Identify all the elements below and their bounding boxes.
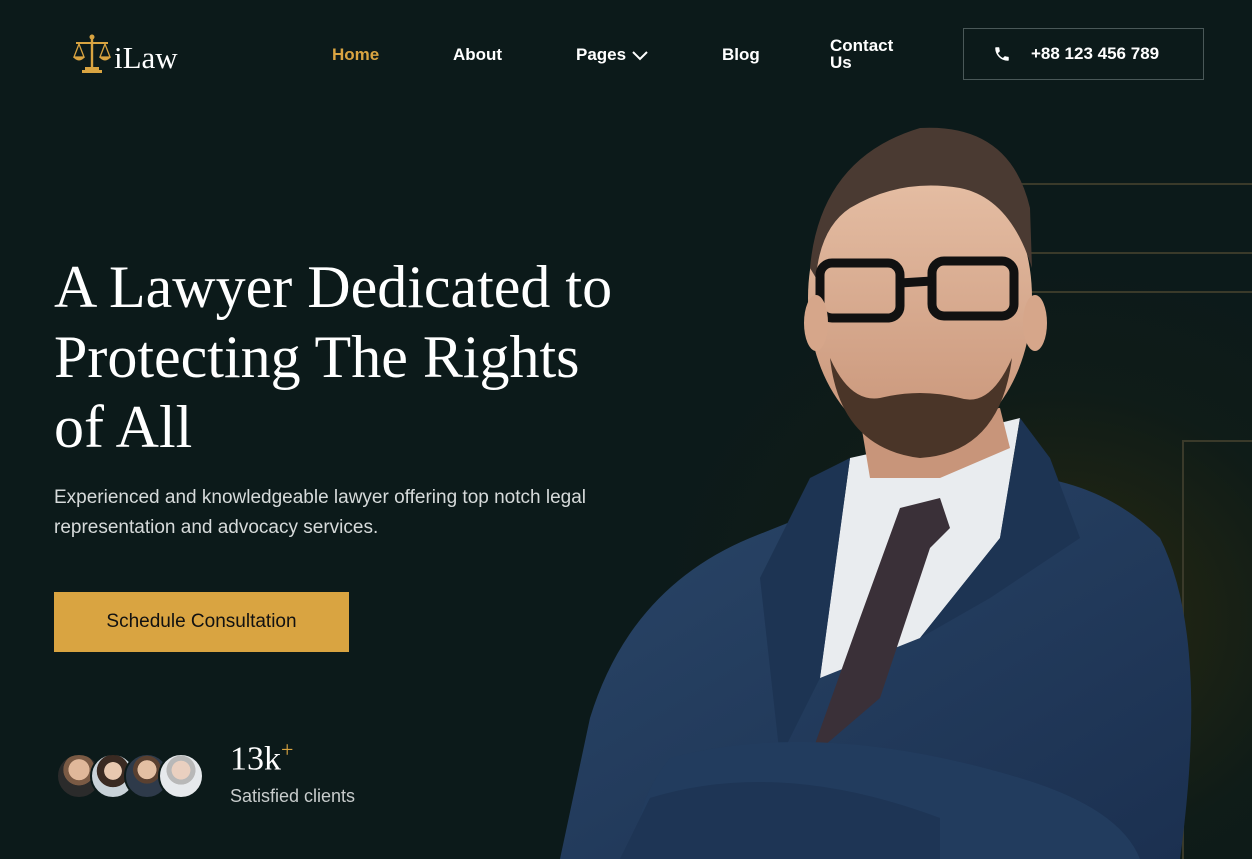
avatar (158, 753, 204, 799)
logo-text: iLaw (114, 40, 178, 75)
phone-button[interactable]: +88 123 456 789 (963, 28, 1204, 80)
schedule-consultation-button[interactable]: Schedule Consultation (54, 592, 349, 652)
client-count-suffix: + (281, 737, 294, 762)
landing-page: iLaw Home About Pages Blog Contact Us +8… (0, 0, 1252, 859)
nav-item-home[interactable]: Home (332, 45, 379, 65)
nav-item-blog[interactable]: Blog (722, 45, 760, 65)
client-count-value: 13k (230, 740, 281, 778)
client-avatars (56, 753, 216, 799)
site-logo[interactable]: iLaw (72, 33, 178, 75)
nav-item-about[interactable]: About (453, 45, 502, 65)
nav-item-pages-label: Pages (576, 45, 627, 64)
phone-number: +88 123 456 789 (1031, 44, 1160, 63)
client-count: 13k+ (230, 737, 293, 778)
hero-subtitle: Experienced and knowledgeable lawyer off… (54, 487, 587, 538)
scales-of-justice-icon (73, 34, 111, 73)
nav-item-pages[interactable]: Pages (576, 45, 648, 65)
chevron-down-icon (632, 50, 648, 60)
lawyer-portrait-image (560, 127, 1192, 859)
client-count-label: Satisfied clients (230, 786, 356, 806)
phone-icon (995, 47, 1009, 61)
nav-item-contact[interactable]: Contact Us (830, 37, 910, 71)
